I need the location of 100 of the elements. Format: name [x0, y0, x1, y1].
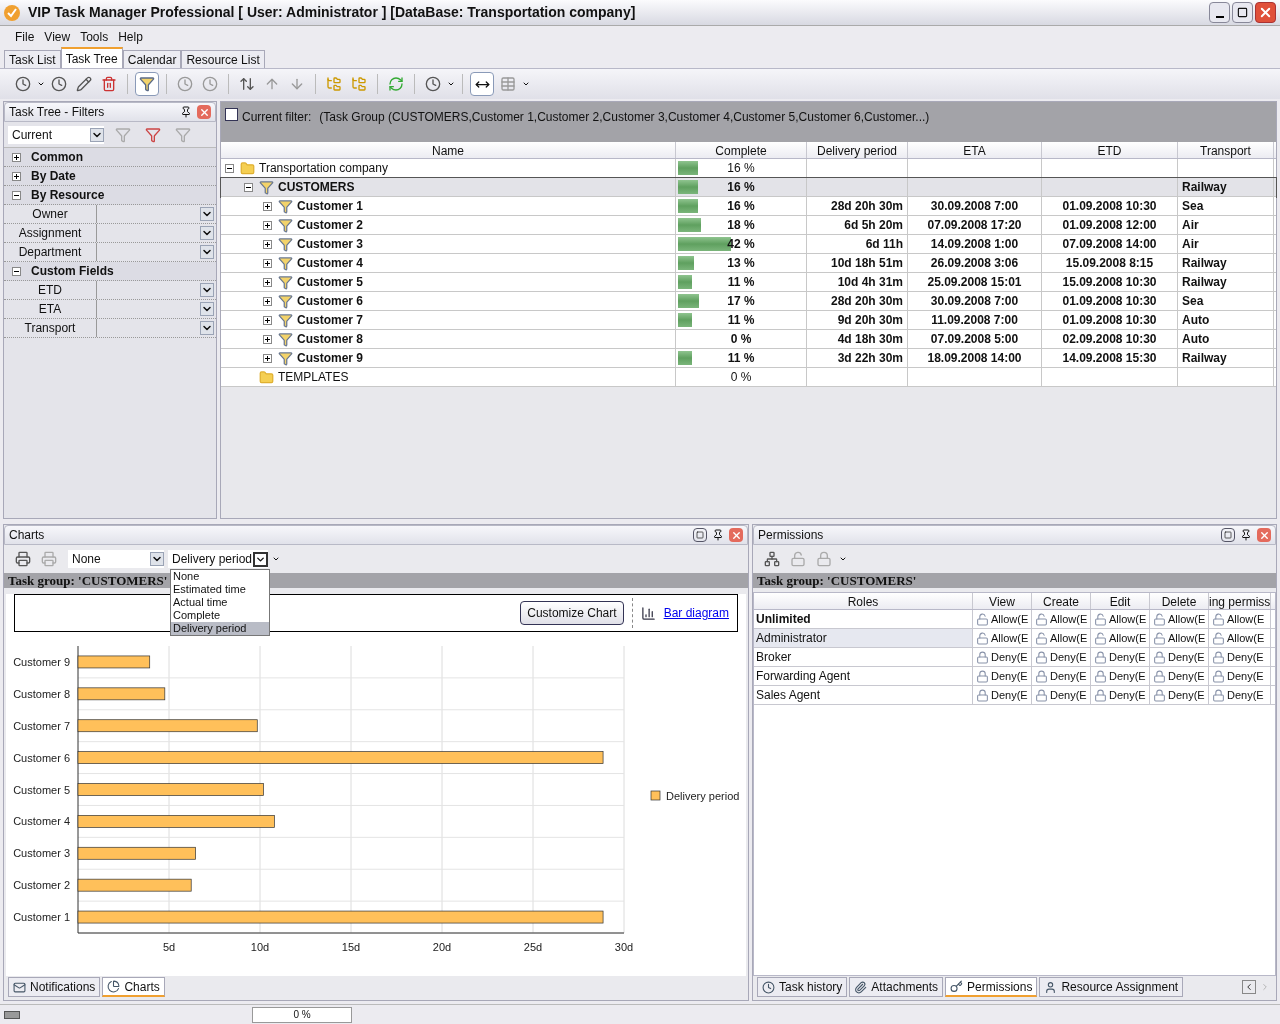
permission-cell-text: Deny(E	[1050, 687, 1087, 703]
tree-row[interactable]: Customer 5 11 % 10d 4h 31m 25.09.2008 15:01 15.09.2008 10:30 Railway	[221, 273, 1276, 292]
filter-group-header[interactable]: Common	[4, 148, 216, 167]
tree-row[interactable]: Customer 7 11 % 9d 20h 30m 11.09.2008 7:00 01.09.2008 10:30 Auto	[221, 311, 1276, 330]
task-name: Customer 5	[297, 274, 364, 291]
table-cell-text: 07.09.2008 14:00	[1062, 236, 1157, 253]
column-header[interactable]: Delete	[1150, 593, 1209, 609]
filter-group-header[interactable]: Custom Fields	[4, 262, 216, 281]
menu-item[interactable]: Help	[115, 28, 146, 46]
axis-label: Customer 6	[13, 751, 70, 764]
tree-row[interactable]: TEMPLATES 0 %	[221, 368, 1276, 387]
panel-tab[interactable]: Permissions	[945, 977, 1038, 997]
filter-group-header[interactable]: By Date	[4, 167, 216, 186]
dropdown-option[interactable]: Complete	[171, 609, 269, 622]
pin-button[interactable]	[179, 105, 193, 119]
expand-toggle[interactable]	[263, 220, 272, 230]
close-icon	[1258, 529, 1270, 541]
collapse-toggle[interactable]	[244, 182, 253, 192]
menu-item[interactable]: File	[12, 28, 38, 46]
view-tab[interactable]: Task Tree	[60, 47, 123, 68]
permission-cell-text: Deny(E	[991, 687, 1028, 703]
customize-chart-button[interactable]: Customize Chart	[520, 601, 624, 625]
column-header[interactable]: Edit	[1091, 593, 1150, 609]
fit-columns-button[interactable]	[470, 72, 494, 96]
dropdown-option[interactable]: Estimated time	[171, 583, 269, 596]
dropdown-option[interactable]: None	[171, 570, 269, 583]
chevron-down-icon	[200, 207, 214, 221]
tree-row[interactable]: Customer 4 13 % 10d 18h 51m 26.09.2008 3:06 15.09.2008 8:15 Railway	[221, 254, 1276, 273]
column-header[interactable]: ETA	[908, 142, 1042, 158]
expand-toggle[interactable]	[263, 239, 272, 249]
dropdown-option[interactable]: Delivery period	[171, 622, 269, 635]
panel-tab[interactable]: Resource Assignment	[1039, 977, 1184, 997]
table-cell-text: 6d 5h 20m	[844, 217, 903, 234]
table-cell-text: 10d 4h 31m	[837, 274, 903, 291]
panel-tab[interactable]: Attachments	[849, 977, 944, 997]
filter-toggle-button[interactable]	[135, 72, 159, 96]
view-tab[interactable]: Resource List	[181, 50, 265, 68]
column-header[interactable]: View	[973, 593, 1032, 609]
column-header[interactable]: ETD	[1042, 142, 1178, 158]
collapse-toggle[interactable]	[225, 163, 234, 173]
expand-toggle[interactable]	[263, 258, 272, 268]
axis-label: Customer 7	[13, 719, 70, 732]
expand-toggle[interactable]	[263, 334, 272, 344]
expand-toggle[interactable]	[263, 296, 272, 306]
tree-row[interactable]: Customer 9 11 % 3d 22h 30m 18.09.2008 14:00 14.09.2008 15:30 Railway	[221, 349, 1276, 368]
tree-row[interactable]: Customer 8 0 % 4d 18h 30m 07.09.2008 5:00 02.09.2008 10:30 Auto	[221, 330, 1276, 349]
restore-button[interactable]	[693, 528, 707, 542]
column-header[interactable]: Complete	[676, 142, 807, 158]
task-name: Customer 7	[297, 312, 364, 329]
filter-checkbox[interactable]	[225, 108, 238, 121]
panel-tab[interactable]: Charts	[102, 977, 165, 997]
permission-cell-text: Deny(E	[1109, 668, 1146, 684]
permission-row[interactable]: Forwarding Agent Deny(E Deny(E Deny(E Deny(E Deny(E	[754, 667, 1275, 686]
minimize-button[interactable]	[1209, 2, 1230, 23]
maximize-button[interactable]	[1232, 2, 1253, 23]
pin-button[interactable]	[1239, 528, 1253, 542]
lock-icon	[1153, 650, 1166, 664]
chart-group-combo[interactable]: None	[68, 550, 164, 568]
axis-label: Customer 2	[13, 879, 70, 892]
restore-button[interactable]	[1221, 528, 1235, 542]
column-header[interactable]: Create	[1032, 593, 1091, 609]
tree-row[interactable]: CUSTOMERS 16 % Railway	[221, 178, 1276, 197]
permission-cell-text: Allow(E	[991, 630, 1029, 646]
close-button[interactable]	[1255, 2, 1276, 23]
view-tab[interactable]: Calendar	[122, 50, 182, 68]
view-tab[interactable]: Task List	[4, 50, 61, 68]
table-cell-text: Auto	[1182, 312, 1210, 329]
menu-item[interactable]: Tools	[77, 28, 112, 46]
chevron-down-icon	[253, 551, 268, 567]
funnel-icon	[278, 217, 293, 233]
scroll-left-button[interactable]	[1242, 980, 1256, 994]
expand-toggle[interactable]	[263, 353, 272, 363]
permission-row[interactable]: Broker Deny(E Deny(E Deny(E Deny(E Deny(E	[754, 648, 1275, 667]
panel-tab[interactable]: Notifications	[8, 977, 101, 997]
filter-group-header[interactable]: By Resource	[4, 186, 216, 205]
column-header[interactable]: Roles	[754, 593, 973, 609]
role-name: Broker	[754, 648, 973, 666]
expand-toggle[interactable]	[263, 277, 272, 287]
column-header[interactable]: Name	[221, 142, 676, 158]
bar-diagram-link[interactable]: Bar diagram	[663, 604, 729, 622]
expand-toggle[interactable]	[263, 315, 272, 325]
tree-row[interactable]: Customer 1 16 % 28d 20h 30m 30.09.2008 7:00 01.09.2008 10:30 Sea	[221, 197, 1276, 216]
tree-row[interactable]: Customer 2 18 % 6d 5h 20m 07.09.2008 17:20 01.09.2008 12:00 Air	[221, 216, 1276, 235]
complete-cell-text: 16 %	[727, 198, 755, 215]
permission-row[interactable]: Sales Agent Deny(E Deny(E Deny(E Deny(E Deny(E	[754, 686, 1275, 705]
chart-value-combo[interactable]: Delivery period	[168, 550, 268, 568]
permission-cell-text: Deny(E	[1227, 649, 1264, 665]
panel-tab[interactable]: Task history	[757, 977, 848, 997]
table-cell-text: 01.09.2008 10:30	[1062, 293, 1157, 310]
menu-item[interactable]: View	[41, 28, 74, 46]
pin-button[interactable]	[711, 528, 725, 542]
column-header[interactable]: Transport	[1178, 142, 1274, 158]
funnel-icon	[278, 236, 293, 252]
column-header[interactable]: Delivery period	[807, 142, 908, 158]
dropdown-option[interactable]: Actual time	[171, 596, 269, 609]
column-header[interactable]: ing permiss	[1209, 593, 1271, 609]
tree-row[interactable]: Customer 6 17 % 28d 20h 30m 30.09.2008 7:00 01.09.2008 10:30 Sea	[221, 292, 1276, 311]
expand-toggle[interactable]	[263, 201, 272, 211]
permission-row[interactable]: Administrator Allow(E Allow(E Allow(E Allow(E Allow(E	[754, 629, 1275, 648]
filter-preset-combo[interactable]: Current	[8, 125, 104, 144]
